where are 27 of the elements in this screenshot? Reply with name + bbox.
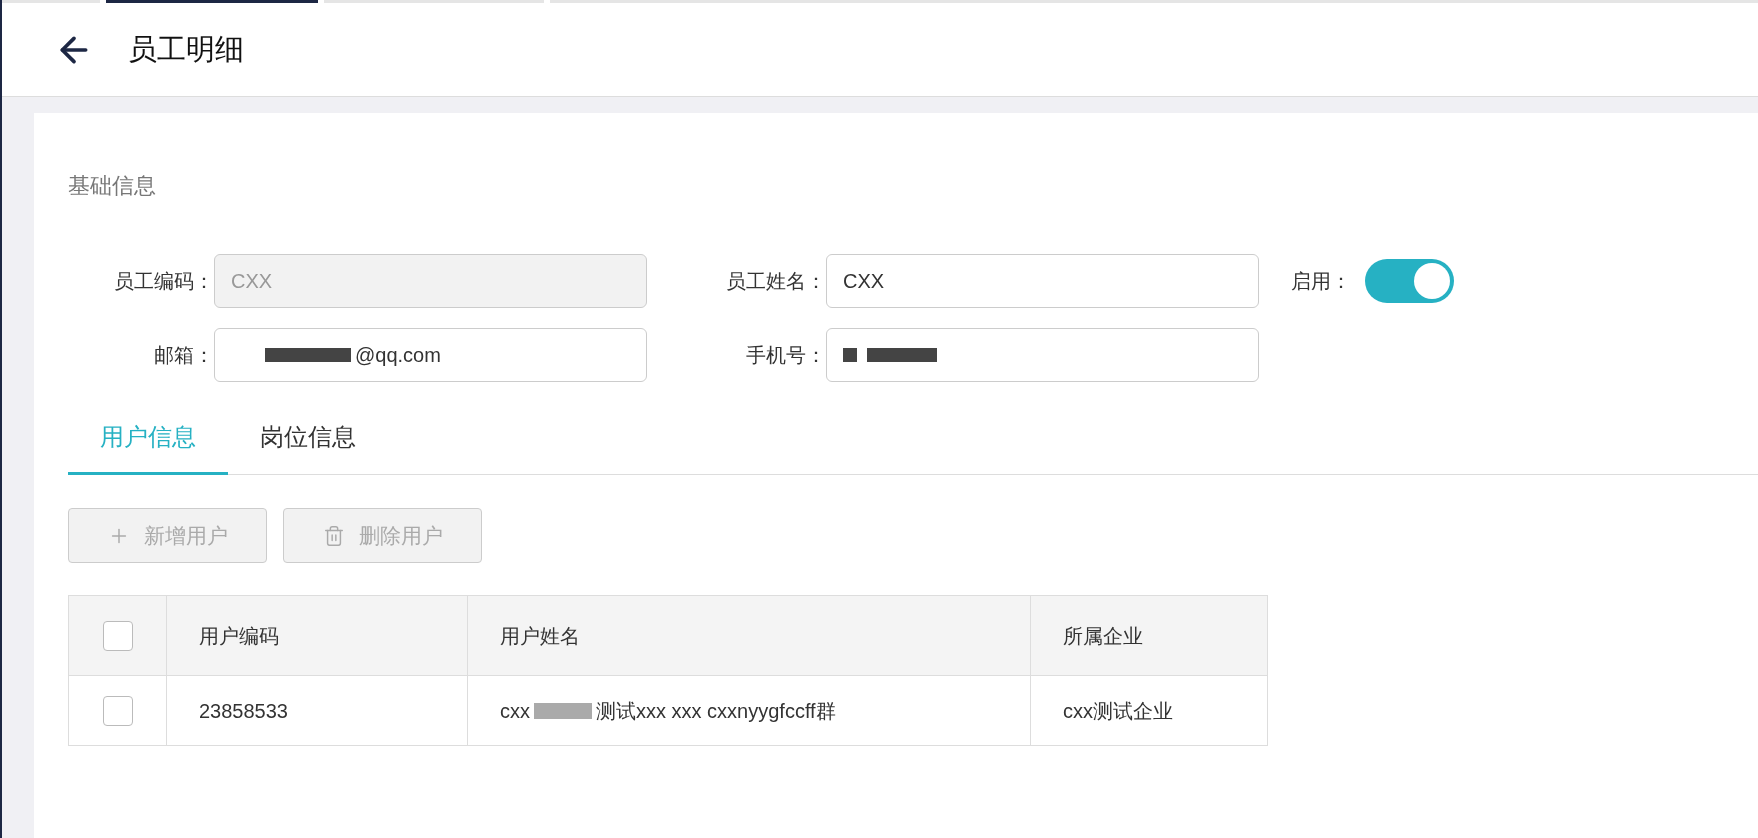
column-header: 所属企业 — [1063, 624, 1143, 647]
checkbox[interactable] — [102, 695, 133, 726]
tab[interactable]: 用户信息 — [68, 402, 228, 475]
field-label: 手机号： — [745, 343, 826, 368]
trash-icon — [322, 524, 345, 547]
redaction-mark — [534, 702, 592, 719]
redaction-mark — [867, 348, 937, 362]
input-field[interactable]: @qq.com — [214, 328, 647, 382]
table-cell: cxx测试企业 — [1063, 699, 1173, 722]
field-label: 员工姓名： — [725, 269, 826, 294]
checkbox[interactable] — [102, 620, 133, 651]
column-header: 用户姓名 — [500, 624, 580, 647]
table-cell: 23858533 — [199, 699, 288, 722]
field-label: 邮箱： — [153, 343, 214, 368]
field-value: @qq.com — [355, 343, 441, 368]
section-title: 基础信息 — [68, 172, 157, 200]
column-header: 用户编码 — [199, 624, 279, 647]
field-label: 启用： — [1291, 269, 1351, 294]
toggle-switch[interactable] — [1365, 259, 1454, 303]
page-title: 员工明细 — [128, 31, 244, 67]
input-field[interactable]: CXX — [826, 254, 1259, 308]
tab[interactable]: 岗位信息 — [228, 402, 388, 475]
table-cell-text: cxx — [500, 698, 530, 724]
input-field[interactable] — [826, 328, 1259, 382]
table-cell-text: 测试xxx xxx cxxnyygfccff群 — [596, 698, 836, 724]
redaction-mark — [843, 348, 857, 362]
field-label: 员工编码： — [113, 269, 214, 294]
